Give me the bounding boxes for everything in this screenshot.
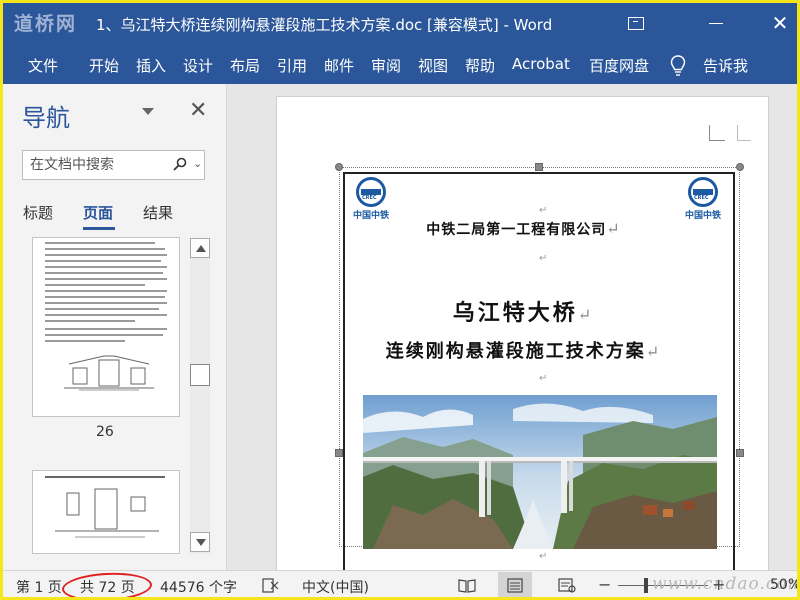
tab-insert[interactable]: 插入 <box>136 55 166 76</box>
diagram-thumbnail <box>64 355 154 391</box>
document-area: 中国中铁 中国中铁 ↵ 中铁二局第一工程有限公司↵ ↵ 乌江特大桥↵ 连续刚构悬… <box>228 84 800 582</box>
page-thumbnail[interactable] <box>32 237 180 417</box>
lightbulb-icon[interactable] <box>670 55 686 77</box>
highlight-ring <box>61 570 153 600</box>
crec-logo-icon <box>688 177 718 207</box>
thumbnail-scrollbar[interactable] <box>190 238 210 554</box>
chevron-down-icon[interactable] <box>142 108 154 115</box>
watermark-logo: 道桥网 <box>14 13 78 35</box>
resize-handle[interactable] <box>736 449 744 457</box>
company-name: 中铁二局第一工程有限公司↵ <box>426 219 621 238</box>
nav-tab-headings[interactable]: 标题 <box>23 202 53 223</box>
tell-me-box[interactable]: 告诉我 <box>703 55 748 76</box>
tab-references[interactable]: 引用 <box>277 55 307 76</box>
company-logo-left: 中国中铁 <box>349 177 393 221</box>
scroll-up-button[interactable] <box>190 238 210 258</box>
arrow-up-icon <box>196 245 206 252</box>
minimize-button[interactable] <box>700 8 732 38</box>
document-title-line-1: 乌江特大桥↵ <box>452 300 595 326</box>
document-page[interactable]: 中国中铁 中国中铁 ↵ 中铁二局第一工程有限公司↵ ↵ 乌江特大桥↵ 连续刚构悬… <box>276 96 769 582</box>
tab-file[interactable]: 文件 <box>28 55 58 76</box>
company-logo-right: 中国中铁 <box>681 177 725 221</box>
search-box: ⌄ <box>22 150 205 180</box>
bridge-photo[interactable] <box>363 395 717 549</box>
minimize-icon <box>709 22 723 24</box>
page-indicator[interactable]: 第 1 页 <box>16 577 62 597</box>
search-input[interactable] <box>23 151 163 179</box>
window-title: 1、乌江特大桥连续刚构悬灌段施工技术方案.doc [兼容模式] - Word <box>96 16 553 34</box>
ribbon-display-options-button[interactable] <box>620 8 652 38</box>
crop-mark <box>709 125 725 141</box>
tab-layout[interactable]: 布局 <box>230 55 260 76</box>
zoom-out-button[interactable]: − <box>598 575 611 594</box>
print-layout-icon[interactable] <box>506 578 524 593</box>
crop-mark <box>737 125 751 141</box>
resize-handle[interactable] <box>335 449 343 457</box>
tab-help[interactable]: 帮助 <box>465 55 495 76</box>
navigation-title: 导航 <box>22 104 70 132</box>
active-tab-indicator <box>83 227 115 230</box>
read-mode-icon[interactable] <box>458 578 476 593</box>
close-icon: ✕ <box>771 11 789 35</box>
status-bar: 第 1 页 共 72 页 44576 个字 中文(中国) − www.cndao… <box>0 570 800 600</box>
crec-logo-icon <box>356 177 386 207</box>
search-icon[interactable] <box>173 157 187 171</box>
close-icon[interactable]: ✕ <box>189 100 207 122</box>
tab-baidu-netdisk[interactable]: 百度网盘 <box>589 55 649 76</box>
zoom-slider-thumb[interactable] <box>644 578 648 593</box>
word-count[interactable]: 44576 个字 <box>160 577 237 597</box>
zoom-in-button[interactable]: + <box>712 575 725 594</box>
tab-view[interactable]: 视图 <box>418 55 448 76</box>
tab-design[interactable]: 设计 <box>183 55 213 76</box>
tab-mailings[interactable]: 邮件 <box>324 55 354 76</box>
page-thumbnail-number: 26 <box>96 424 114 440</box>
diagram-thumbnail <box>55 488 159 538</box>
proofing-icon[interactable] <box>262 578 280 593</box>
navigation-pane: 导航 ✕ ⌄ 标题 页面 结果 <box>0 84 227 570</box>
paragraph-mark: ↵ <box>539 373 548 384</box>
language-indicator[interactable]: 中文(中国) <box>302 577 369 597</box>
title-bar: 道桥网 1、乌江特大桥连续刚构悬灌段施工技术方案.doc [兼容模式] - Wo… <box>0 0 800 46</box>
arrow-down-icon <box>196 539 206 546</box>
web-layout-icon[interactable] <box>558 578 576 593</box>
nav-tab-pages[interactable]: 页面 <box>83 202 113 223</box>
ribbon-display-icon <box>628 16 644 30</box>
page-thumbnail[interactable] <box>32 470 180 554</box>
nav-tab-results[interactable]: 结果 <box>143 202 173 223</box>
paragraph-mark: ↵ <box>539 551 548 562</box>
scroll-thumb[interactable] <box>190 364 210 386</box>
tab-home[interactable]: 开始 <box>89 55 119 76</box>
tab-review[interactable]: 审阅 <box>371 55 401 76</box>
zoom-level[interactable]: 50% <box>770 577 800 593</box>
resize-handle[interactable] <box>736 163 744 171</box>
scroll-down-button[interactable] <box>190 532 210 552</box>
resize-handle[interactable] <box>335 163 343 171</box>
resize-handle[interactable] <box>535 163 543 171</box>
ribbon-tabs: 文件 开始 插入 设计 布局 引用 邮件 审阅 视图 帮助 Acrobat 百度… <box>0 46 800 84</box>
tab-acrobat[interactable]: Acrobat <box>512 55 570 73</box>
paragraph-mark: ↵ <box>539 253 548 264</box>
document-title-line-2: 连续刚构悬灌段施工技术方案↵ <box>385 341 662 362</box>
close-button[interactable]: ✕ <box>764 8 796 38</box>
chevron-down-icon[interactable]: ⌄ <box>193 157 202 170</box>
paragraph-mark: ↵ <box>539 205 548 216</box>
